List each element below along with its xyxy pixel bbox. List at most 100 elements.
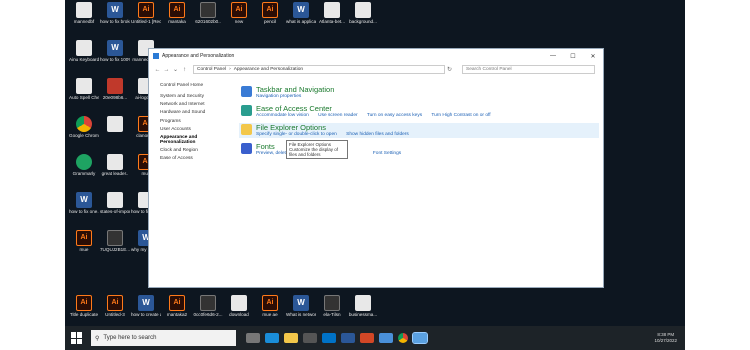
search-icon: ⚲ [95, 335, 100, 342]
desktop-icon[interactable]: Ai Title duplicate [69, 295, 99, 317]
edge-icon[interactable] [265, 333, 279, 343]
desktop-icon[interactable]: Wwhat is applicati... [286, 2, 316, 24]
link-hidden-files[interactable]: Show hidden files and folders [346, 132, 409, 137]
desktop-icon-label: ela-Tilsn [323, 312, 341, 317]
desktop-icon[interactable]: 0cc0fe6d6-2... [193, 295, 223, 317]
desktop-icon[interactable]: great leader.. [100, 154, 130, 176]
link-single-double-click[interactable]: Specify single- or double-click to open [256, 132, 337, 137]
desktop-icon-label: how to fix one... [69, 209, 99, 214]
desktop-icon[interactable]: 6201602b0.. [193, 2, 223, 24]
task-view-icon[interactable] [246, 333, 260, 343]
store-icon[interactable] [303, 333, 317, 343]
desktop-icon[interactable]: Whow to fix 100% disk... [100, 40, 130, 62]
desktop-icon[interactable]: Atlanta-bet... [317, 2, 347, 24]
up-button[interactable]: ↑ [180, 67, 189, 73]
sidebar-item-hardware[interactable]: Hardware and Sound [160, 110, 230, 115]
sidebar-item-ease-of-access[interactable]: Ease of Access [160, 156, 230, 161]
desktop-icon[interactable]: Google Chrome [69, 116, 99, 138]
desktop-icon[interactable]: businessma... [348, 295, 378, 317]
desktop-icon[interactable]: background... [348, 2, 378, 24]
link-screen-reader[interactable]: Use screen reader [318, 113, 357, 118]
powerpoint-icon[interactable] [360, 333, 374, 343]
recent-dropdown-button[interactable]: ⌄ [171, 66, 180, 73]
link-low-vision[interactable]: Accommodate low vision [256, 113, 309, 118]
desktop-icon[interactable]: 20e098b6... [100, 78, 130, 100]
address-bar[interactable]: Control Panel › Appearance and Personali… [193, 65, 445, 74]
category-file-explorer: File Explorer Options Specify single- or… [239, 123, 599, 138]
desktop-icon[interactable] [100, 116, 130, 133]
word-icon[interactable] [341, 333, 355, 343]
desktop-icon-label: how to create a emmer po... [131, 312, 161, 317]
desktop-icon[interactable]: Ai mue ae [255, 295, 285, 317]
category-title-file-explorer[interactable]: File Explorer Options [256, 123, 599, 132]
desktop-icon[interactable]: mannedbf [69, 2, 99, 24]
link-high-contrast[interactable]: Turn High Contrast on or off [431, 113, 490, 118]
word-icon: W [107, 2, 123, 18]
link-easy-access-keys[interactable]: Turn on easy access keys [367, 113, 422, 118]
desktop-icon[interactable]: Ai mue [69, 230, 99, 252]
desktop-icon[interactable]: Whow to fix one... [69, 192, 99, 214]
tooltip: File Explorer Options Customize the disp… [286, 140, 348, 159]
taskbar-search-input[interactable]: ⚲ Type here to search [91, 330, 236, 346]
word-icon: W [107, 40, 123, 56]
word-icon: W [138, 295, 154, 311]
sidebar-item-clock-region[interactable]: Clock and Region [160, 148, 230, 153]
desktop-icon[interactable]: 7UQUJ2B1E... [100, 230, 130, 252]
breadcrumb-control-panel[interactable]: Control Panel [197, 67, 226, 72]
chrome-icon[interactable] [398, 333, 408, 343]
search-control-panel-input[interactable]: Search Control Panel [462, 65, 595, 74]
desktop-icon-label: 0cc0fe6d6-2... [193, 312, 223, 317]
forward-button[interactable]: → [162, 67, 171, 73]
desktop-icon[interactable]: Grammarly [69, 154, 99, 176]
breadcrumb-separator: › [229, 67, 231, 72]
desktop-icon[interactable]: Ai new [224, 2, 254, 24]
desktop-icon-label: 7UQUJ2B1E... [100, 247, 130, 252]
desktop-icon-label: Untitled-3 [105, 312, 125, 317]
desktop-icon[interactable]: Ai Untitled-3 [100, 295, 130, 317]
file-explorer-icon[interactable] [284, 333, 298, 343]
mail-icon[interactable] [322, 333, 336, 343]
desktop-icon-label: Ainu Keyboard [69, 57, 99, 62]
sidebar-item-programs[interactable]: Programs [160, 119, 230, 124]
desktop-icon[interactable]: ela-Tilsn [317, 295, 347, 317]
back-button[interactable]: ← [153, 67, 162, 73]
desktop-icon[interactable]: Whow to create a emmer po... [131, 295, 161, 317]
close-button[interactable]: ✕ [583, 53, 603, 60]
desktop-icon[interactable]: AiUntitled-1 [Recovered] [131, 2, 161, 24]
link-font-settings[interactable]: Font Settings [373, 151, 401, 156]
desktop-icon[interactable]: Ainu Keyboard [69, 40, 99, 62]
start-button[interactable] [71, 332, 83, 344]
desktop-icon[interactable]: states-of-impor... [100, 192, 130, 214]
taskbar: ⚲ Type here to search 8:38 PM 10/27/2022 [65, 326, 685, 350]
desktop-icon[interactable]: download [224, 295, 254, 317]
desktop-icon-label: mue [79, 247, 89, 252]
link-preview-fonts[interactable]: Preview, delete [256, 151, 289, 156]
sidebar-item-system-security[interactable]: System and Security [160, 94, 230, 99]
maximize-button[interactable]: ☐ [563, 53, 583, 60]
sidebar-item-appearance[interactable]: Appearance and Personalization [160, 135, 230, 145]
minimize-button[interactable]: — [543, 53, 563, 60]
refresh-button[interactable]: ↻ [445, 66, 454, 73]
desktop-icon[interactable]: Ai mantaka [162, 2, 192, 24]
desktop-icon[interactable]: Ai mantaka2 [162, 295, 192, 317]
category-title-ease[interactable]: Ease of Access Center [256, 104, 599, 113]
desktop-icon[interactable]: Ai pencil [255, 2, 285, 24]
ai-icon: Ai [262, 2, 278, 18]
sidebar-item-network[interactable]: Network and Internet [160, 102, 230, 107]
category-title-taskbar[interactable]: Taskbar and Navigation [256, 85, 599, 94]
sidebar-home-link[interactable]: Control Panel Home [160, 83, 230, 88]
desktop-icon[interactable]: Whow to fix broken wpl... [100, 2, 130, 24]
link-navigation-properties[interactable]: Navigation properties [256, 94, 301, 99]
clock[interactable]: 8:38 PM 10/27/2022 [654, 332, 677, 344]
desktop-icon-label: mannedbf [73, 19, 95, 24]
desktop-icon-label: how to fix broken wpl... [100, 19, 130, 24]
desktop-icon[interactable]: WWhat is network card [286, 295, 316, 317]
desktop-icon-label: Grammarly [72, 171, 96, 176]
desktop-icon-label: Untitled-1 [Recovered] [131, 19, 161, 24]
desktop-icon-label: 20e098b6... [102, 95, 128, 100]
control-panel-taskbar-icon[interactable] [412, 332, 428, 344]
photos-icon[interactable] [379, 333, 393, 343]
desktop-icon[interactable]: Auto Spell Checker [69, 78, 99, 100]
sidebar-item-user-accounts[interactable]: User Accounts [160, 127, 230, 132]
breadcrumb-appearance[interactable]: Appearance and Personalization [234, 67, 303, 72]
